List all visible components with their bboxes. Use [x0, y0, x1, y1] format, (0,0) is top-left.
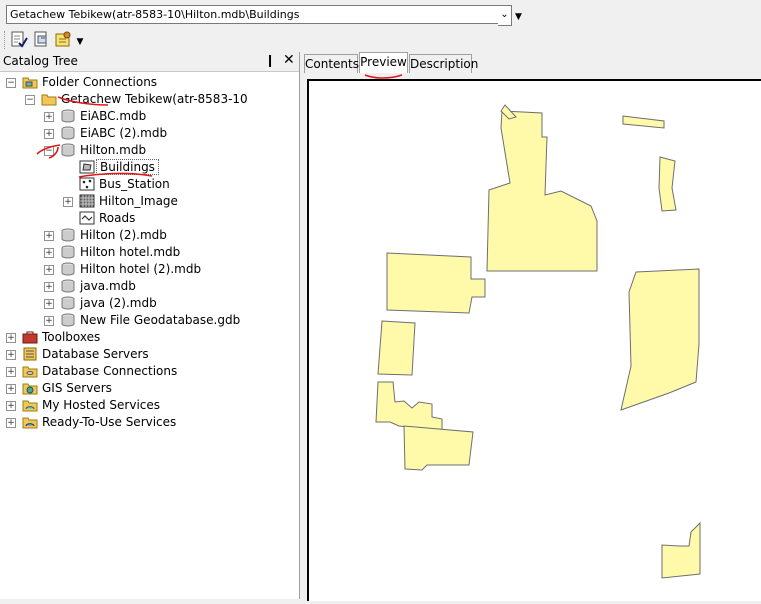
database-icon — [61, 296, 75, 310]
tree-item-label: Roads — [99, 211, 136, 225]
database-icon — [61, 126, 75, 140]
collapse-icon[interactable]: − — [6, 78, 16, 88]
chevron-down-icon[interactable]: ⌄ — [498, 5, 512, 26]
expand-icon[interactable]: + — [63, 197, 73, 207]
tree-item-label: Folder Connections — [42, 75, 158, 89]
database-icon — [61, 109, 75, 123]
toolbar-overflow-icon[interactable]: ▼ — [514, 9, 523, 25]
tab-contents[interactable]: Contents — [304, 54, 359, 73]
line-feature-icon — [79, 211, 95, 225]
database-connections-icon — [22, 366, 38, 378]
ready-services-icon — [22, 417, 38, 429]
tree-item-label: Ready-To-Use Services — [42, 415, 177, 429]
buildings-preview — [375, 104, 701, 579]
catalog-tree-panel: Catalog Tree ❙ ✕ − Folder Connections − … — [0, 52, 300, 599]
tree-item-label: java (2).mdb — [80, 296, 157, 310]
close-icon[interactable]: ✕ — [283, 52, 295, 68]
database-icon — [61, 228, 75, 242]
expand-icon[interactable]: + — [44, 282, 54, 292]
tree-item-label: EiABC (2).mdb — [80, 126, 168, 140]
tree-item-label: Database Servers — [42, 347, 149, 361]
catalog-toolbar: ▼ — [0, 28, 761, 52]
gis-server-icon — [22, 383, 38, 395]
tree-item-label: Toolboxes — [42, 330, 101, 344]
collapse-icon[interactable]: − — [25, 95, 35, 105]
expand-icon[interactable]: + — [6, 367, 16, 377]
location-bar: Getachew Tebikew(atr-8583-10\Hilton.mdb\… — [0, 0, 761, 28]
expand-icon[interactable]: + — [44, 112, 54, 122]
expand-icon[interactable]: + — [44, 231, 54, 241]
pin-icon[interactable]: ❙ — [265, 53, 275, 67]
tree-item-label: Bus_Station — [99, 177, 170, 191]
collapse-icon[interactable]: − — [44, 146, 54, 156]
building-polygon — [620, 268, 700, 411]
building-polygon — [375, 381, 443, 432]
tree-item-label: Buildings — [96, 159, 159, 175]
database-icon — [61, 143, 75, 157]
building-polygon — [377, 320, 416, 376]
raster-icon — [79, 194, 95, 208]
building-polygon — [486, 110, 598, 272]
catalog-title: Catalog Tree — [3, 54, 78, 68]
building-polygon — [386, 252, 486, 314]
tree-item-label: GIS Servers — [42, 381, 112, 395]
point-feature-icon — [79, 177, 95, 191]
expand-icon[interactable]: + — [6, 333, 16, 343]
new-item-icon[interactable] — [32, 30, 50, 48]
tree-item-label: Hilton hotel.mdb — [80, 245, 181, 259]
preview-area: Contents Preview Description — [300, 52, 761, 601]
database-server-icon — [23, 347, 37, 361]
tree-item-label: Hilton hotel (2).mdb — [80, 262, 202, 276]
map-preview[interactable] — [307, 79, 761, 601]
tree-item-label: My Hosted Services — [42, 398, 161, 412]
expand-icon[interactable]: + — [6, 418, 16, 428]
database-icon — [61, 313, 75, 327]
toolbar-overflow-icon[interactable]: ▼ — [75, 34, 85, 50]
database-icon — [61, 245, 75, 259]
tree-item-label: Hilton_Image — [99, 194, 178, 208]
location-input[interactable]: Getachew Tebikew(atr-8583-10\Hilton.mdb\… — [6, 5, 505, 24]
tab-preview[interactable]: Preview — [359, 52, 408, 73]
options-icon[interactable] — [54, 30, 72, 48]
database-icon — [61, 262, 75, 276]
database-icon — [61, 279, 75, 293]
toolbox-icon — [22, 331, 38, 344]
folder-icon — [41, 94, 57, 106]
tab-description[interactable]: Description — [409, 54, 478, 73]
expand-icon[interactable]: + — [44, 129, 54, 139]
expand-icon[interactable]: + — [44, 248, 54, 258]
tree-item-label: java.mdb — [80, 279, 136, 293]
toolbar-grip[interactable] — [4, 31, 6, 49]
building-polygon — [403, 425, 474, 471]
building-polygon — [661, 521, 701, 579]
tree-item-label: New File Geodatabase.gdb — [80, 313, 241, 327]
connect-folder-icon[interactable] — [10, 30, 28, 48]
expand-icon[interactable]: + — [44, 265, 54, 275]
hosted-services-icon — [22, 400, 38, 412]
building-polygon — [658, 156, 677, 212]
expand-icon[interactable]: + — [44, 299, 54, 309]
tree-item-label: Getachew Tebikew(atr-8583-10 — [61, 92, 248, 106]
folder-connections-icon — [22, 77, 38, 89]
expand-icon[interactable]: + — [6, 401, 16, 411]
tree-item-label: Database Connections — [42, 364, 178, 378]
polygon-feature-icon — [79, 160, 95, 174]
tree-item-label: Hilton (2).mdb — [80, 228, 167, 242]
catalog-header: Catalog Tree ❙ ✕ — [0, 52, 299, 72]
expand-icon[interactable]: + — [6, 350, 16, 360]
expand-icon[interactable]: + — [44, 316, 54, 326]
tree-item-label: EiABC.mdb — [80, 109, 147, 123]
building-polygon — [622, 115, 665, 129]
expand-icon[interactable]: + — [6, 384, 16, 394]
tree-item-label: Hilton.mdb — [80, 143, 147, 157]
